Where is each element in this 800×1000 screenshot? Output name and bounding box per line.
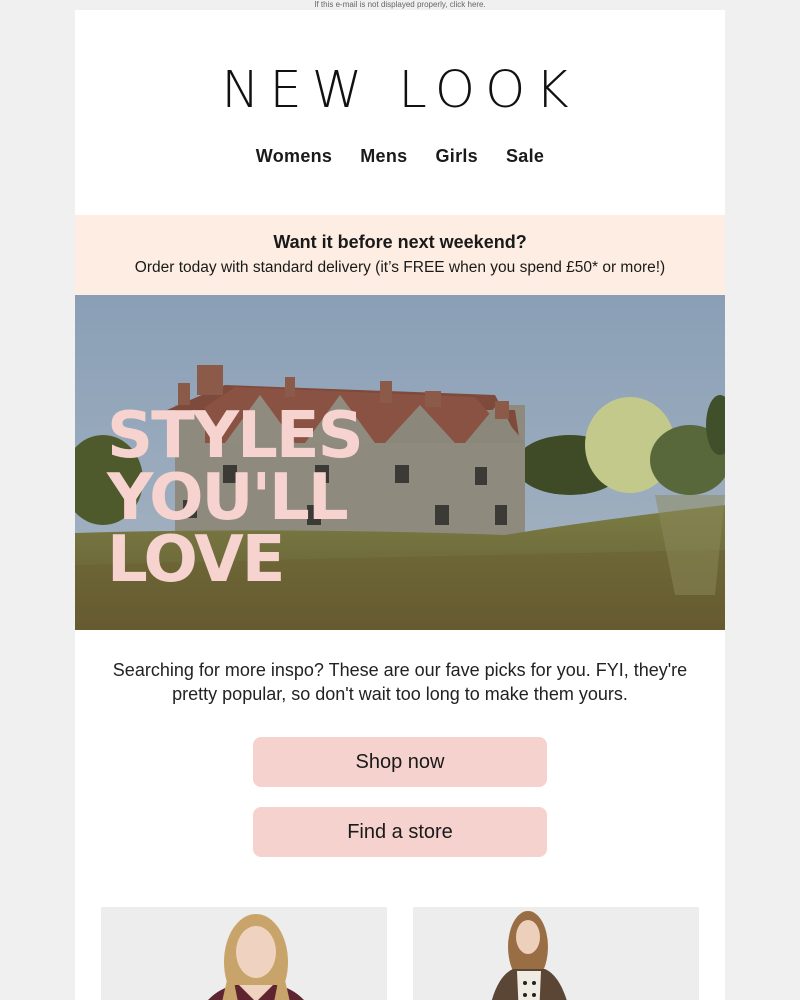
- delivery-promo-banner[interactable]: Want it before next weekend? Order today…: [75, 215, 725, 295]
- nav-girls[interactable]: Girls: [435, 146, 478, 167]
- product-image-2: [413, 907, 699, 1000]
- nav-womens[interactable]: Womens: [256, 146, 332, 167]
- promo-subline: Order today with standard delivery (it’s…: [134, 259, 666, 276]
- hero-line-1: STYLES: [107, 399, 364, 473]
- email-container: NEW LOOK Womens Mens Girls Sale Want it …: [75, 10, 725, 1000]
- hero-line-2: YOU'LL: [107, 461, 349, 535]
- preheader-link[interactable]: If this e-mail is not displayed properly…: [0, 0, 800, 10]
- new-look-logo[interactable]: NEW LOOK: [75, 65, 725, 117]
- nav-sale[interactable]: Sale: [506, 146, 544, 167]
- product-image-1: [101, 907, 387, 1000]
- product-card-1[interactable]: [101, 907, 387, 1000]
- category-nav: Womens Mens Girls Sale: [75, 146, 725, 167]
- find-a-store-button[interactable]: Find a store: [253, 807, 547, 857]
- nav-mens[interactable]: Mens: [360, 146, 407, 167]
- promo-headline: Want it before next weekend?: [273, 232, 527, 252]
- hero-banner[interactable]: STYLES YOU'LL LOVE: [75, 295, 725, 630]
- hero-line-3: LOVE: [107, 523, 285, 597]
- product-card-2[interactable]: [413, 907, 699, 1000]
- hero-headline: STYLES YOU'LL LOVE: [107, 399, 364, 597]
- shop-now-button[interactable]: Shop now: [253, 737, 547, 787]
- intro-text: Searching for more inspo? These are our …: [112, 660, 688, 704]
